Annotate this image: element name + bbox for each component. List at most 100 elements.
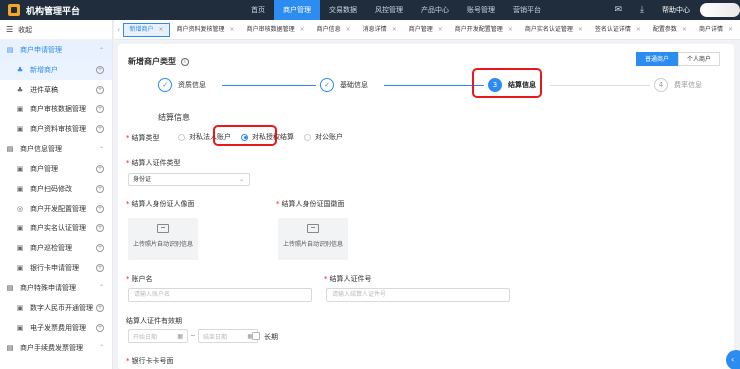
topnav-product-center[interactable]: 产品中心 <box>412 0 458 20</box>
tab-merchant-info[interactable]: 商户信息 × <box>312 23 356 37</box>
sidebar-item-dev-config[interactable]: ◎ 商户开发配置管理 + <box>0 199 112 219</box>
sidebar-item-digital-rmb[interactable]: ▣ 数字人民币开通管理 + <box>0 298 112 318</box>
tab-merchant-detail[interactable]: 商户详情 × <box>694 23 738 37</box>
sidebar-item-bankcard[interactable]: ▣ 银行卡申请管理 + <box>0 258 112 278</box>
add-tab-icon[interactable]: + <box>96 125 104 134</box>
tab-config-params[interactable]: 配置参数 × <box>648 23 692 37</box>
topnav-home[interactable]: 首页 <box>242 0 274 20</box>
topnav-account-management[interactable]: 账号管理 <box>458 0 504 20</box>
sidebar-item-add-merchant[interactable]: ♣ 新增商户 + <box>0 60 112 80</box>
id-front-upload[interactable]: 上传照片自动识别信息 <box>128 218 198 260</box>
app-logo[interactable]: 机构管理平台 <box>8 4 228 17</box>
tabs-scroll-left-icon[interactable]: ‹ <box>114 26 123 34</box>
check-icon: ✓ <box>320 78 334 92</box>
account-name-label: * 账户名 <box>126 275 153 283</box>
sidebar-item-label: 商户开发配置管理 <box>30 204 86 213</box>
date-separator: ~ <box>190 332 196 340</box>
step-fee: 4 费率信息 <box>654 78 702 92</box>
add-tab-icon[interactable]: + <box>96 323 104 332</box>
sidebar-group-merchant-application[interactable]: ▤ 商户申请管理 ⌃ <box>0 40 112 60</box>
user-avatar[interactable] <box>700 3 740 17</box>
tab-label: 消息详情 <box>362 25 387 33</box>
close-icon[interactable]: × <box>508 23 513 37</box>
sidebar-group-label: 商户信息管理 <box>20 145 62 154</box>
chevron-up-icon: ⌃ <box>98 344 104 352</box>
long-term-checkbox[interactable] <box>252 332 260 340</box>
sidebar-item-draft[interactable]: ♣ 进件草稿 + <box>0 80 112 100</box>
collapse-label: 收起 <box>18 25 33 34</box>
calendar-icon: ▦ <box>177 332 183 340</box>
step-connector <box>384 85 484 86</box>
logo-icon <box>8 4 20 16</box>
close-icon[interactable]: × <box>159 23 164 37</box>
tab-add-merchant[interactable]: 新增商户 × <box>123 22 170 37</box>
close-icon[interactable]: × <box>300 23 305 37</box>
close-icon[interactable]: × <box>392 23 397 37</box>
mail-icon[interactable]: ✉ <box>614 5 622 15</box>
help-center-link[interactable]: 帮助中心 <box>662 5 690 15</box>
sidebar-item-label: 新增商户 <box>30 65 58 74</box>
add-tab-icon[interactable]: + <box>96 105 104 114</box>
close-icon[interactable]: × <box>578 23 583 37</box>
sidebar-item-review-data[interactable]: ▣ 商户审核数据管理 + <box>0 100 112 120</box>
start-date-picker[interactable]: 开始日期 ▦ <box>128 329 188 343</box>
end-date-picker[interactable]: 结束日期 ▦ <box>198 329 258 343</box>
document-icon: ▣ <box>16 165 24 174</box>
tab-dev-config[interactable]: 商户开发配置管理 × <box>450 23 518 37</box>
add-tab-icon[interactable]: + <box>96 244 104 253</box>
folder-icon: ▤ <box>6 283 14 292</box>
close-icon[interactable]: × <box>438 23 443 37</box>
label-text: 结算人证件类型 <box>131 159 181 167</box>
tab-realname[interactable]: 商户实名认证管理 × <box>520 23 588 37</box>
topnav-merchant-management[interactable]: 商户管理 <box>274 0 320 20</box>
close-icon[interactable]: × <box>682 23 687 37</box>
add-tab-icon[interactable]: + <box>96 224 104 233</box>
sidebar-item-qr-modify[interactable]: ▣ 商户扫码修改 + <box>0 179 112 199</box>
topnav-risk-control[interactable]: 风控管理 <box>366 0 412 20</box>
add-tab-icon[interactable]: + <box>96 204 104 213</box>
close-icon[interactable]: × <box>728 23 733 37</box>
folder-icon: ▤ <box>6 145 14 154</box>
close-icon[interactable]: × <box>346 23 351 37</box>
tab-review-data[interactable]: 商户审核数据管理 × <box>242 23 310 37</box>
sidebar-collapse-button[interactable]: ☰ 收起 <box>0 20 112 40</box>
sidebar-item-e-invoice[interactable]: ▣ 电子发票费用管理 + <box>0 318 112 338</box>
add-tab-icon[interactable]: + <box>96 85 104 94</box>
id-number-input[interactable]: 请输入结算人证件号 <box>326 288 510 302</box>
id-type-select[interactable]: 身份证 ⌄ <box>128 173 250 186</box>
sidebar-item-inspection[interactable]: ▣ 商户巡检管理 + <box>0 238 112 258</box>
account-name-input[interactable]: 请输入账户名 <box>128 288 312 302</box>
sidebar-item-merchant-management[interactable]: ▣ 商户管理 + <box>0 159 112 179</box>
sidebar-item-realname[interactable]: ▣ 商户实名认证管理 + <box>0 219 112 239</box>
tab-info-recheck[interactable]: 商户资料复核管理 × <box>172 23 240 37</box>
download-icon[interactable]: ⤓ <box>640 5 644 15</box>
info-icon[interactable]: i <box>181 57 189 66</box>
add-tab-icon[interactable]: + <box>96 303 104 312</box>
personal-merchant-button[interactable]: 个人商户 <box>677 52 720 66</box>
sidebar-group-fee-invoice[interactable]: ▤ 商户手续费发票管理 ⌃ <box>0 338 112 358</box>
document-icon: ▣ <box>16 184 24 193</box>
topnav-marketing-platform[interactable]: 营销平台 <box>504 0 550 20</box>
top-nav: 首页 商户管理 交易数据 风控管理 产品中心 账号管理 营销平台 <box>242 0 550 20</box>
add-tab-icon[interactable]: + <box>96 184 104 193</box>
close-icon[interactable]: × <box>636 23 641 37</box>
radio-public-account[interactable]: 对公账户 <box>304 132 343 142</box>
sidebar-item-info-review[interactable]: ▣ 商户资料审核管理 + <box>0 119 112 139</box>
sidebar-group-merchant-info[interactable]: ▤ 商户信息管理 ⌃ <box>0 139 112 159</box>
label-text: 账户名 <box>131 275 153 283</box>
add-tab-icon[interactable]: + <box>96 65 104 74</box>
normal-merchant-button[interactable]: 普通商户 <box>635 52 678 66</box>
add-tab-icon[interactable]: + <box>96 264 104 273</box>
tab-message-detail[interactable]: 消息详情 × <box>358 23 402 37</box>
validity-label: 结算人证件有效期 <box>126 317 182 325</box>
close-icon[interactable]: × <box>230 23 235 37</box>
add-tab-icon[interactable]: + <box>96 165 104 174</box>
sidebar-group-special-application[interactable]: ▤ 商户特殊申请管理 ⌃ <box>0 278 112 298</box>
id-back-upload[interactable]: 上传照片自动识别信息 <box>278 218 348 260</box>
page-title-row: 新增商户类型 i <box>128 56 189 67</box>
tab-merchant-management[interactable]: 商户管理 × <box>404 23 448 37</box>
topnav-transaction-data[interactable]: 交易数据 <box>320 0 366 20</box>
float-back-button[interactable]: ‹ <box>726 350 740 369</box>
tab-signature-detail[interactable]: 签名认证详情 × <box>590 23 646 37</box>
tab-label: 商户审核数据管理 <box>246 25 295 33</box>
